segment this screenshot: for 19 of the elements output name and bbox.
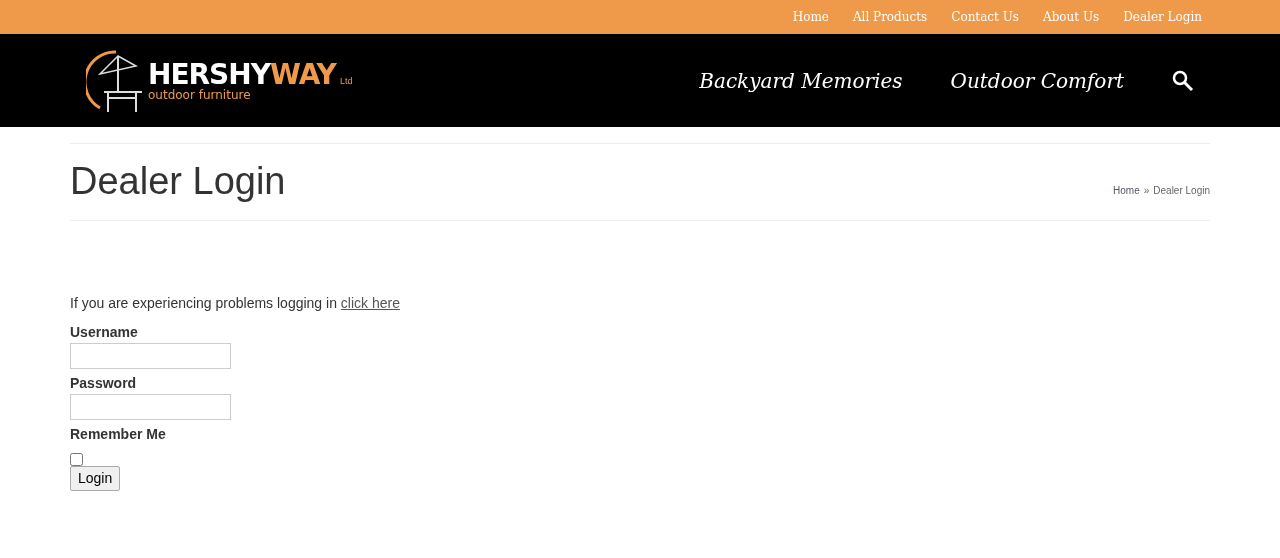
- main-nav-link[interactable]: Backyard Memories: [699, 65, 903, 96]
- logo-wordmark: HERSHYWAY: [148, 60, 336, 89]
- input-field[interactable]: [70, 343, 231, 369]
- field-label: Password: [70, 374, 138, 393]
- logo-suffix: Ltd: [339, 75, 353, 88]
- help-link[interactable]: click here: [340, 295, 400, 311]
- field-label: Username: [70, 323, 139, 342]
- remember-checkbox[interactable]: [70, 453, 83, 466]
- field-label: Remember Me: [70, 425, 167, 444]
- login-button[interactable]: Login: [70, 466, 121, 491]
- logo-tagline: outdoor furniture: [148, 88, 252, 101]
- search-icon[interactable]: [1172, 69, 1194, 92]
- help-text: If you are experiencing problems logging in: [70, 295, 338, 311]
- input-field[interactable]: [70, 394, 231, 420]
- breadcrumb-current: Dealer Login: [1153, 184, 1210, 196]
- breadcrumb-separator: »: [1143, 184, 1150, 196]
- page-title: Dealer Login: [70, 159, 286, 205]
- main-nav-link[interactable]: Outdoor Comfort: [950, 65, 1124, 96]
- breadcrumb-link[interactable]: Home: [1113, 184, 1140, 196]
